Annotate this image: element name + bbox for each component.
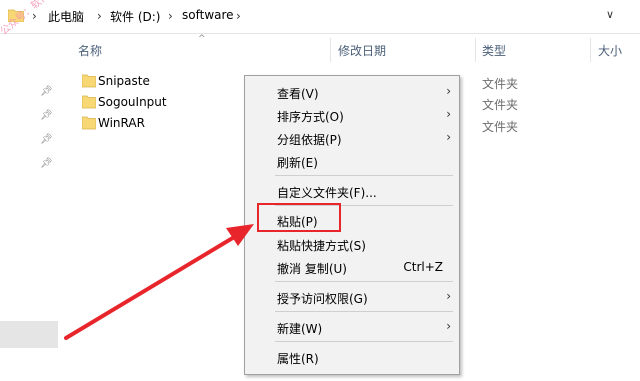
pin-icon[interactable]: 📌︎	[40, 110, 53, 121]
folder-icon	[81, 95, 97, 112]
chevron-right-icon: ›	[446, 107, 451, 121]
file-row[interactable]: Snipaste	[78, 72, 248, 92]
menu-separator	[275, 341, 453, 342]
menu-item-label: 授予访问权限(G)	[277, 292, 368, 306]
menu-item-label: 撤消 复制(U)	[277, 262, 347, 276]
file-row[interactable]: WinRAR	[78, 114, 248, 134]
chevron-right-icon: ›	[446, 289, 451, 303]
menu-item-group[interactable]: 分组依据(P) ›	[245, 127, 459, 149]
menu-item-refresh[interactable]: 刷新(E)	[245, 150, 459, 172]
file-type: 文件夹	[482, 77, 519, 91]
breadcrumb-drive-d[interactable]: 软件 (D:)	[110, 8, 160, 25]
menu-item-paste-shortcut[interactable]: 粘贴快捷方式(S)	[245, 233, 459, 255]
column-header-size[interactable]: 大小	[598, 42, 622, 59]
menu-item-view[interactable]: 查看(V) ›	[245, 81, 459, 103]
menu-item-label: 自定义文件夹(F)...	[277, 186, 377, 200]
menu-item-label: 属性(R)	[277, 352, 319, 366]
pin-icon[interactable]: 📌︎	[40, 134, 53, 145]
column-header-name[interactable]: 名称	[78, 42, 102, 59]
menu-item-label: 新建(W)	[277, 322, 323, 336]
column-divider[interactable]	[330, 38, 331, 62]
menu-item-customize[interactable]: 自定义文件夹(F)...	[245, 180, 459, 202]
breadcrumb-this-pc[interactable]: 此电脑	[48, 8, 84, 25]
file-type: 文件夹	[482, 120, 519, 134]
breadcrumb-separator: ›	[168, 9, 173, 23]
folder-icon	[81, 116, 97, 133]
menu-item-label: 刷新(E)	[277, 156, 318, 170]
menu-item-properties[interactable]: 属性(R)	[245, 346, 459, 368]
pin-icon[interactable]: 📌︎	[40, 86, 53, 97]
nav-selected-item[interactable]	[0, 321, 58, 348]
navigation-pane: 📌︎ 📌︎ 📌︎ 📌︎	[0, 34, 58, 381]
pin-icon[interactable]: 📌︎	[40, 158, 53, 169]
column-divider[interactable]	[590, 38, 591, 62]
chevron-right-icon: ›	[446, 130, 451, 144]
chevron-right-icon: ›	[446, 84, 451, 98]
column-header-modified[interactable]: 修改日期	[338, 42, 386, 59]
breadcrumb-separator: ›	[97, 9, 102, 23]
menu-item-label: 排序方式(O)	[277, 110, 344, 124]
chevron-right-icon: ›	[446, 319, 451, 333]
address-bar[interactable]: › 此电脑 › 软件 (D:) › software › ∨	[0, 0, 640, 34]
menu-item-label: 查看(V)	[277, 87, 319, 101]
breadcrumb-separator: ›	[236, 9, 241, 23]
context-menu: 查看(V) › 排序方式(O) › 分组依据(P) › 刷新(E) 自定义文件夹…	[244, 75, 460, 375]
menu-item-new[interactable]: 新建(W) ›	[245, 316, 459, 338]
file-name: SogouInput	[98, 95, 167, 109]
file-type: 文件夹	[482, 98, 519, 112]
menu-separator	[275, 311, 453, 312]
menu-separator	[275, 175, 453, 176]
menu-item-undo-copy[interactable]: 撤消 复制(U) Ctrl+Z	[245, 256, 459, 278]
folder-icon	[81, 74, 97, 91]
menu-separator	[275, 281, 453, 282]
paste-highlight-box	[257, 203, 341, 232]
column-header-type[interactable]: 类型	[482, 42, 506, 59]
file-name: Snipaste	[98, 74, 150, 88]
menu-item-sort[interactable]: 排序方式(O) ›	[245, 104, 459, 126]
file-row[interactable]: SogouInput	[78, 93, 248, 113]
menu-item-label: 分组依据(P)	[277, 133, 342, 147]
menu-item-label: 粘贴快捷方式(S)	[277, 239, 366, 253]
menu-item-shortcut: Ctrl+Z	[403, 260, 443, 274]
sort-up-icon: ^	[198, 34, 206, 44]
column-divider[interactable]	[475, 38, 476, 62]
file-name: WinRAR	[98, 116, 145, 130]
menu-item-grant-access[interactable]: 授予访问权限(G) ›	[245, 286, 459, 308]
explorer-window: › 此电脑 › 软件 (D:) › software › ∨ 📌︎ 📌︎ 📌︎ …	[0, 0, 640, 381]
breadcrumb-software[interactable]: software	[182, 8, 234, 22]
chevron-down-icon[interactable]: ∨	[606, 8, 614, 21]
